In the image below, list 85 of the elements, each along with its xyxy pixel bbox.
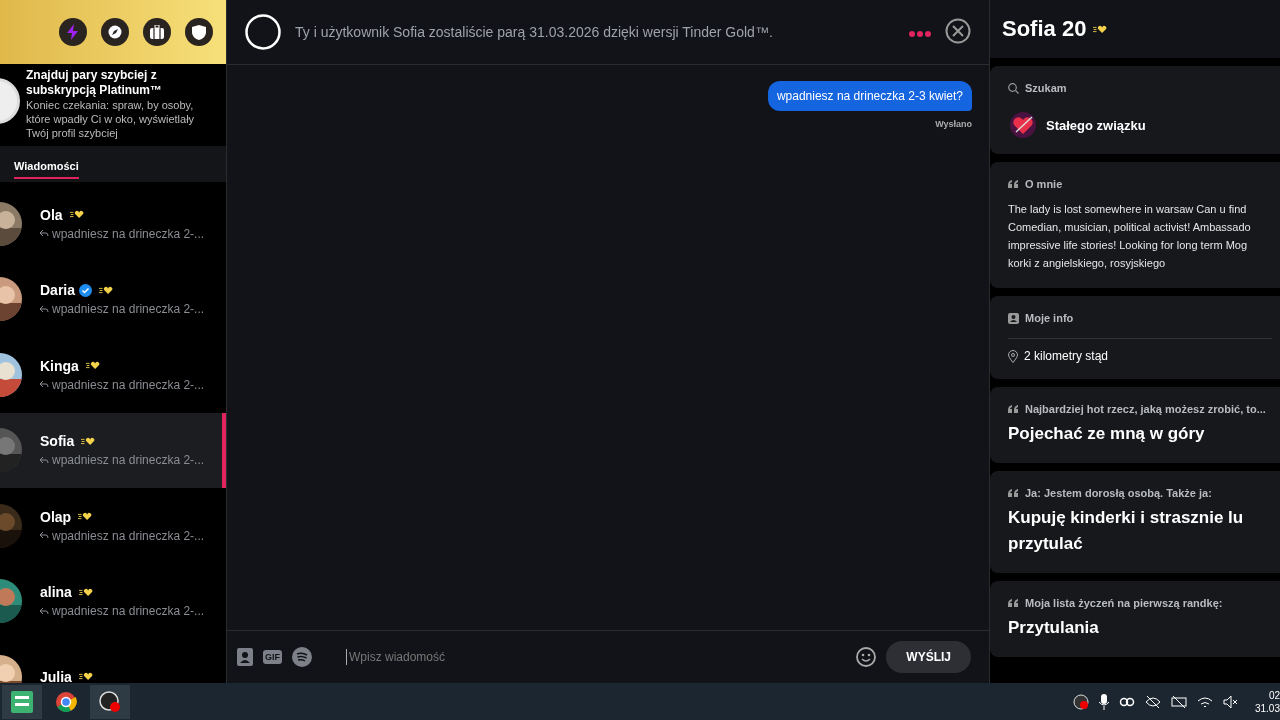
message-preview: wpadniesz na drineczka 2-...: [52, 453, 205, 468]
promo-title: Znajduj pary szybciej z subskrypcją Platinum™: [26, 68, 164, 98]
contact-card-icon[interactable]: [237, 648, 253, 666]
match-item[interactable]: Olap wpadniesz na drineczka 2-...: [0, 488, 226, 564]
gif-icon[interactable]: GIF: [263, 650, 282, 664]
message-preview: wpadniesz na drineczka 2-...: [52, 528, 205, 543]
match-item[interactable]: Kinga wpadniesz na drineczka 2-...: [0, 337, 226, 413]
match-name: Kinga: [40, 357, 79, 374]
match-item[interactable]: Sofia wpadniesz na drineczka 2-...: [0, 412, 226, 488]
speeding-heart-icon: [1093, 24, 1108, 34]
speeding-heart-icon: [85, 361, 100, 371]
prompt-answer-line: Przytulania: [1008, 617, 1100, 639]
quote-icon: [1008, 405, 1019, 413]
match-name: Julia: [40, 668, 72, 683]
emoji-icon[interactable]: [856, 647, 877, 667]
microphone-icon[interactable]: [1098, 693, 1109, 710]
promo-text: Koniec czekania: spraw, by osoby, które wpadły Ci w oko, wyświetlały Twój profil szybciej: [26, 98, 196, 140]
message-preview: wpadniesz na drineczka 2-...: [52, 226, 205, 241]
boost-icon[interactable]: [59, 18, 87, 46]
link-icon[interactable]: [1118, 696, 1135, 707]
search-icon: [1008, 82, 1019, 94]
clock-text[interactable]: 02: [1268, 688, 1280, 702]
match-item[interactable]: alina wpadniesz na drineczka 2-...: [0, 563, 226, 639]
speeding-heart-icon: [78, 587, 93, 597]
id-card-icon: [1008, 312, 1019, 324]
reply-icon: [40, 456, 49, 464]
match-name: Sofia: [40, 433, 75, 450]
match-item[interactable]: Ola wpadniesz na drineczka 2-...: [0, 186, 226, 262]
message-preview: wpadniesz na drineczka 2-...: [52, 302, 205, 317]
quote-icon: [1008, 489, 1019, 497]
speeding-heart-icon: [99, 285, 114, 295]
briefcase-icon[interactable]: [143, 18, 171, 46]
match-name: Ola: [40, 206, 63, 223]
explore-icon[interactable]: [101, 18, 129, 46]
messages-tab[interactable]: Wiadomości: [14, 160, 79, 179]
section-label: Ja: Jestem dorosłą osobą. Także ja:: [1025, 487, 1212, 499]
bio-line: impressive life stories! Looking for long term Mog: [1008, 238, 1249, 253]
match-name: Olap: [40, 508, 72, 525]
app-icon[interactable]: [2, 684, 42, 719]
prompt-answer-line: przytulać: [1008, 533, 1084, 555]
message-status: Wysłano: [935, 119, 972, 129]
bio-line: The lady is lost somewhere in warsaw Can u find: [1008, 202, 1248, 217]
section-label: O mnie: [1025, 178, 1063, 190]
match-name: Daria: [40, 282, 76, 299]
match-name: alina: [40, 584, 72, 601]
network-icon[interactable]: [1170, 694, 1187, 709]
shield-icon[interactable]: [185, 18, 213, 46]
message-preview: wpadniesz na drineczka 2-...: [52, 604, 205, 619]
reply-icon: [40, 230, 49, 238]
quote-icon: [1008, 599, 1019, 607]
match-notice: Ty i użytkownik Sofia zostaliście parą 31.03.2026 dzięki wersji Tinder Gold™.: [295, 24, 774, 40]
looking-for-text: Stałego związku: [1046, 117, 1146, 133]
message-preview: wpadniesz na drineczka 2-...: [52, 377, 205, 392]
send-button[interactable]: WYŚLIJ: [886, 641, 971, 673]
wifi-icon[interactable]: [1196, 694, 1213, 709]
speeding-heart-icon: [78, 672, 93, 682]
speeding-heart-icon: [69, 210, 84, 220]
profile-name: Sofia 20: [1002, 16, 1087, 42]
reply-icon: [40, 532, 49, 540]
match-avatar-icon: [245, 14, 281, 50]
match-item[interactable]: Daria wpadniesz na drineczka 2-...: [0, 261, 226, 337]
section-label: Najbardziej hot rzecz, jaką możesz zrobić, to...: [1025, 403, 1266, 415]
speeding-heart-icon: [81, 436, 96, 446]
message-bubble: wpadniesz na drineczka 2-3 kwiet?: [767, 81, 972, 111]
reply-icon: [40, 381, 49, 389]
record-icon[interactable]: [90, 684, 130, 719]
section-label: Moja lista życzeń na pierwszą randkę:: [1025, 597, 1223, 609]
eye-off-icon[interactable]: [1144, 694, 1161, 709]
speeding-heart-icon: [78, 512, 93, 522]
quote-icon: [1008, 180, 1019, 188]
clock-text[interactable]: 31.03: [1254, 701, 1280, 715]
bio-line: Comedian, musician, political activist! Ambassado: [1008, 220, 1252, 235]
record-icon[interactable]: [1072, 693, 1089, 710]
section-label: Moje info: [1025, 312, 1074, 324]
section-label: Szukam: [1025, 82, 1067, 94]
message-input[interactable]: Wpisz wiadomość: [346, 649, 847, 665]
reply-icon: [40, 305, 49, 313]
reply-icon: [40, 607, 49, 615]
prompt-answer-line: Pojechać ze mną w góry: [1008, 423, 1206, 445]
distance-text: 2 kilometry stąd: [1024, 349, 1109, 363]
music-icon[interactable]: [292, 647, 312, 667]
mute-icon[interactable]: [1222, 694, 1239, 709]
prompt-answer-line: Kupuję kinderki i strasznie lu: [1008, 507, 1245, 529]
bio-line: korki z angielskiego, rosyjskiego: [1008, 256, 1167, 271]
location-pin-icon: [1008, 349, 1018, 363]
